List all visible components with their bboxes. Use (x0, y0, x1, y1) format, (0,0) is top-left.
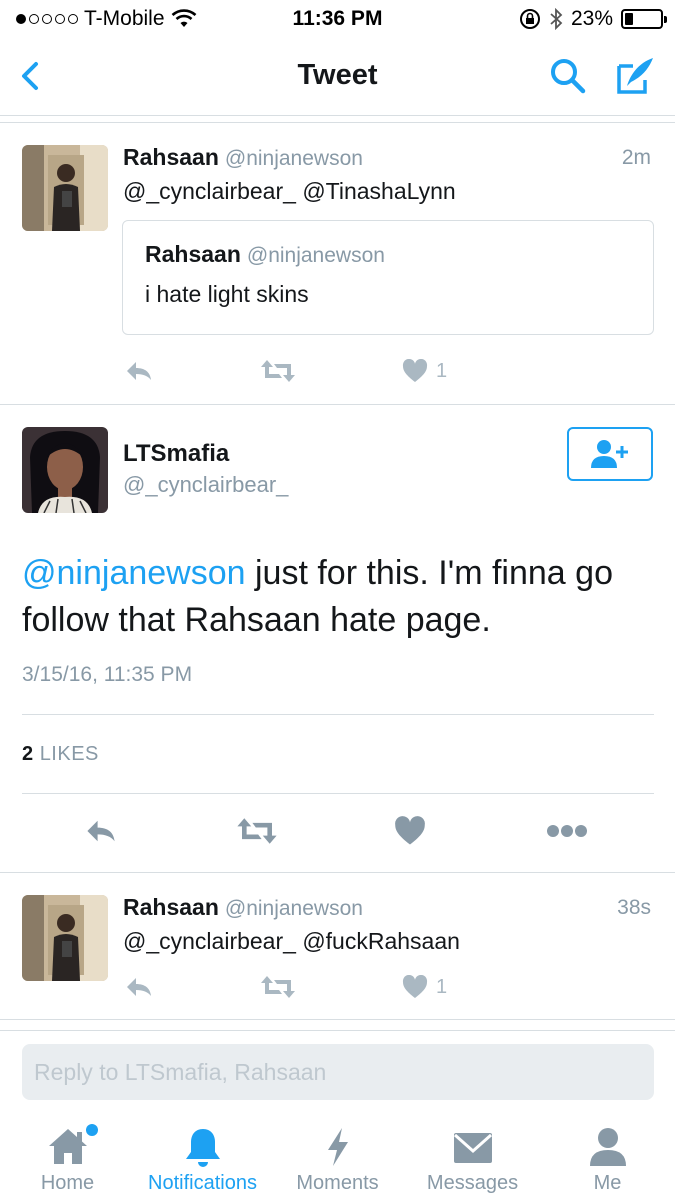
likes-label: LIKES (39, 743, 99, 765)
main-author-handle[interactable]: @_cynclairbear_ (123, 472, 288, 498)
mention-link[interactable]: @ninjanewson (22, 554, 246, 592)
reply-icon[interactable] (124, 975, 154, 999)
compose-icon[interactable] (613, 54, 657, 96)
main-text-line1: just for this. I'm finna go (245, 554, 613, 592)
add-user-icon (591, 440, 628, 468)
tab-label: Home (40, 1172, 95, 1194)
reply-icon[interactable] (124, 359, 154, 383)
tab-home[interactable]: Home (0, 1114, 135, 1200)
author-handle[interactable]: @ninjanewson (225, 147, 363, 170)
like-action[interactable]: 1 (402, 975, 447, 999)
tweet-text: @_cynclairbear_ @TinashaLynn (123, 178, 456, 204)
tab-messages[interactable]: Messages (405, 1114, 540, 1200)
divider (0, 872, 675, 873)
divider (0, 1019, 675, 1020)
main-tweet-actions (84, 816, 588, 846)
reply-input[interactable] (22, 1044, 654, 1100)
tab-notifications[interactable]: Notifications (135, 1114, 270, 1200)
retweet-icon[interactable] (260, 974, 296, 1000)
likes-summary[interactable]: 2 LIKES (22, 743, 99, 766)
status-right-group: 23% (519, 7, 667, 31)
tweet-text: @_cynclairbear_ @fuckRahsaan (123, 928, 460, 954)
more-options-icon[interactable] (546, 824, 588, 838)
tweet-age: 38s (617, 896, 651, 919)
envelope-icon (453, 1133, 492, 1163)
like-count: 1 (436, 359, 448, 382)
notification-dot (86, 1124, 98, 1136)
tab-bar: Home Notifications Moments Messages Me (0, 1114, 675, 1200)
author-handle[interactable]: @ninjanewson (225, 897, 363, 920)
like-action[interactable]: 1 (402, 359, 447, 383)
status-bar: T-Mobile 11:36 PM 23% (0, 0, 675, 38)
reply-composer[interactable] (22, 1044, 654, 1100)
main-avatar[interactable] (22, 427, 108, 513)
lightning-icon (327, 1128, 348, 1166)
avatar[interactable] (22, 145, 108, 231)
main-text-line2: follow that Rahsaan hate page. (22, 601, 491, 639)
tab-label: Moments (296, 1172, 379, 1194)
person-icon (589, 1128, 626, 1166)
tab-label: Messages (426, 1172, 519, 1194)
heart-icon (402, 975, 428, 998)
quoted-tweet[interactable]: Rahsaan @ninjanewson i hate light skins (122, 220, 654, 335)
tweet-timestamp: 3/15/16, 11:35 PM (22, 663, 193, 686)
battery-percent: 23% (570, 7, 613, 30)
divider (22, 793, 654, 794)
follow-button[interactable] (567, 427, 653, 481)
divider (0, 404, 675, 405)
reply-icon[interactable] (84, 817, 118, 845)
tab-label: Me (593, 1172, 622, 1194)
divider (22, 714, 654, 715)
author-line: Rahsaan @ninjanewson (123, 144, 363, 171)
nav-bar: Tweet (0, 38, 675, 116)
home-icon (48, 1129, 87, 1164)
tab-me[interactable]: Me (540, 1114, 675, 1200)
heart-icon (402, 359, 428, 382)
main-author-name[interactable]: LTSmafia (123, 440, 229, 468)
main-tweet-text: @ninjanewson just for this. I'm finna go… (22, 550, 662, 644)
retweet-icon[interactable] (236, 816, 278, 846)
tweet-actions: 1 (124, 358, 447, 384)
battery-icon (621, 9, 667, 29)
retweet-icon[interactable] (260, 358, 296, 384)
avatar[interactable] (22, 895, 108, 981)
author-name[interactable]: Rahsaan (123, 144, 219, 170)
divider (0, 122, 675, 123)
bell-icon (185, 1129, 220, 1167)
bluetooth-icon (550, 8, 563, 30)
battery-fill (625, 13, 633, 25)
rotation-lock-icon (519, 9, 540, 29)
quoted-tweet-text: i hate light skins (145, 281, 309, 307)
like-count: 1 (436, 975, 448, 998)
quoted-author-handle: @ninjanewson (246, 244, 385, 267)
heart-icon[interactable] (394, 816, 426, 846)
tab-label: Notifications (148, 1172, 257, 1194)
divider (0, 1030, 675, 1031)
tweet-actions: 1 (124, 974, 447, 1000)
author-name[interactable]: Rahsaan (123, 894, 219, 920)
tweet-age: 2m (621, 146, 651, 169)
search-icon[interactable] (548, 56, 588, 96)
likes-count: 2 (22, 743, 34, 765)
quoted-author-name: Rahsaan (145, 241, 241, 267)
quoted-author-line: Rahsaan @ninjanewson (145, 241, 385, 268)
tab-moments[interactable]: Moments (270, 1114, 405, 1200)
author-line: Rahsaan @ninjanewson (123, 894, 363, 921)
